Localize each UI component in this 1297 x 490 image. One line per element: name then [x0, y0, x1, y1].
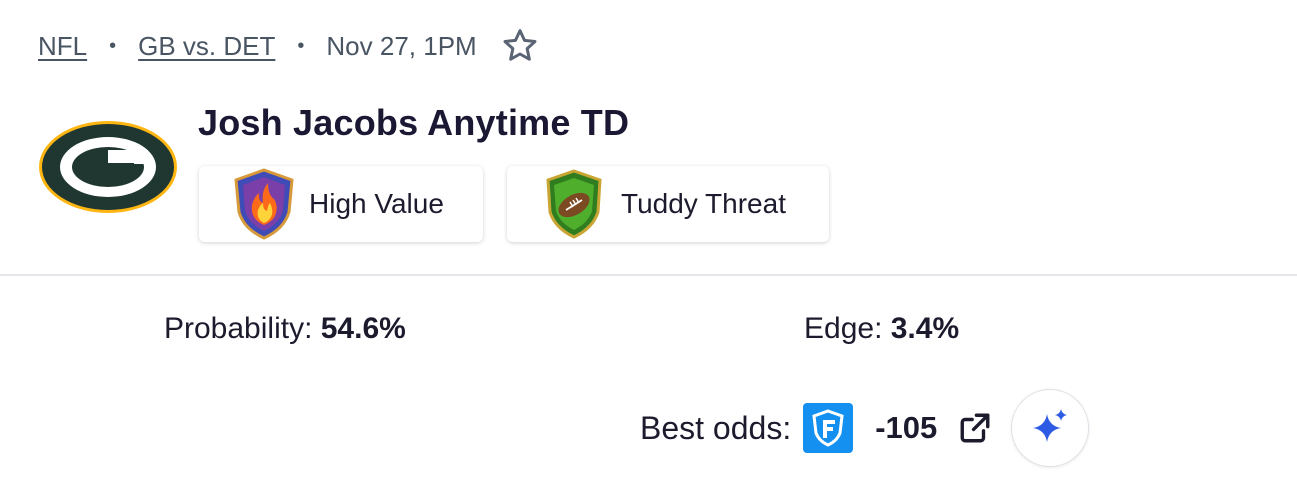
badge-high-value[interactable]: High Value	[199, 166, 483, 242]
section-divider	[0, 274, 1297, 276]
external-link-icon[interactable]	[957, 410, 993, 446]
ai-assistant-button[interactable]	[1011, 389, 1090, 467]
breadcrumb-separator: •	[109, 34, 117, 57]
badge-label: Tuddy Threat	[621, 188, 786, 219]
edge-stat: Edge: 3.4%	[804, 312, 959, 346]
badge-tuddy-threat[interactable]: Tuddy Threat	[507, 166, 829, 242]
breadcrumb: NFL • GB vs. DET • Nov 27, 1PM	[38, 24, 541, 68]
breadcrumb-league-link[interactable]: NFL	[38, 31, 87, 62]
star-icon[interactable]	[499, 25, 541, 67]
game-datetime: Nov 27, 1PM	[326, 30, 477, 61]
page-title: Josh Jacobs Anytime TD	[198, 102, 630, 143]
sparkle-icon	[1030, 406, 1070, 451]
badge-label: High Value	[309, 188, 444, 219]
flaming-shield-icon	[231, 166, 297, 242]
breadcrumb-separator: •	[297, 34, 305, 57]
probability-label: Probability:	[164, 312, 313, 345]
breadcrumb-matchup-link[interactable]: GB vs. DET	[138, 31, 275, 62]
best-odds-row: Best odds: -105	[640, 389, 1090, 467]
edge-label: Edge:	[804, 312, 883, 345]
best-odds-label: Best odds:	[640, 409, 792, 446]
football-shield-icon	[541, 166, 607, 242]
probability-stat: Probability: 54.6%	[164, 312, 406, 346]
fanduel-logo-icon[interactable]	[803, 403, 854, 453]
team-logo	[38, 120, 178, 214]
probability-value: 54.6%	[320, 312, 406, 345]
edge-value: 3.4%	[890, 312, 960, 345]
best-odds-value: -105	[875, 410, 938, 445]
